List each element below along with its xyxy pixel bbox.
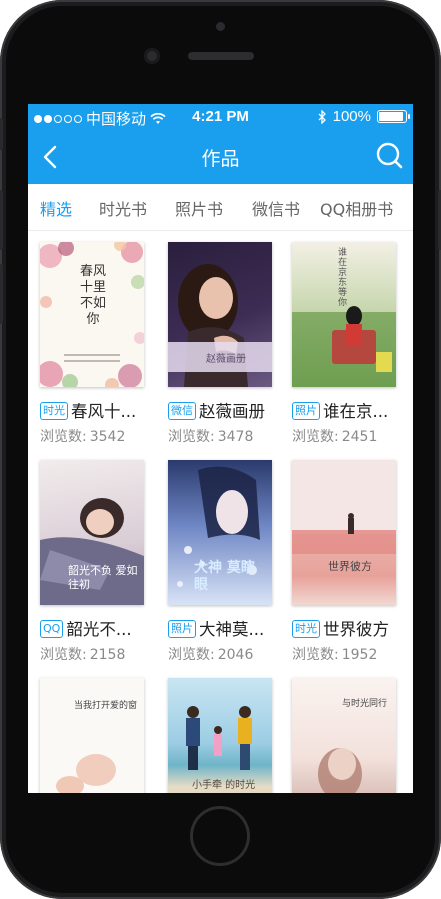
book-info: 微信 赵薇画册 浏览数: 3478: [168, 398, 288, 446]
mute-switch: [0, 118, 3, 150]
tab-time-book[interactable]: 时光书: [99, 196, 147, 220]
book-type-badge: QQ: [40, 620, 64, 638]
baby-hand-photo: [56, 754, 116, 793]
book-info: QQ 韶光不... 浏览数: 2158: [40, 616, 160, 664]
book-cover[interactable]: 小手牵 的时光: [168, 678, 272, 793]
tab-wechat-book[interactable]: 微信书: [252, 196, 300, 220]
book-cover[interactable]: 与时光同行: [292, 678, 396, 793]
cover-text: 韶光不负 爱如往初: [68, 564, 138, 591]
book-type-badge: 微信: [168, 402, 196, 420]
book-info: 照片 谁在京... 浏览数: 2451: [292, 398, 412, 446]
book-type-badge: 时光: [40, 402, 68, 420]
volume-down-button: [0, 264, 3, 324]
book-cover[interactable]: 大神 莫瞎眼: [168, 460, 272, 605]
cover-text: 谁在京东等你: [338, 248, 348, 308]
home-button[interactable]: [190, 806, 250, 866]
view-count-label: 浏览数:: [292, 429, 339, 445]
book-type-badge: 时光: [292, 620, 320, 638]
view-count-label: 浏览数:: [40, 429, 87, 445]
view-count-row: 浏览数: 2046: [168, 644, 288, 664]
category-tabs: 精选 时光书 照片书 微信书 QQ相册书: [28, 184, 413, 231]
book-cover[interactable]: 春风十里不如你: [40, 242, 144, 387]
view-count-row: 浏览数: 2451: [292, 426, 412, 446]
front-camera: [144, 48, 160, 64]
book-title: 春风十...: [71, 402, 137, 421]
tab-featured[interactable]: 精选: [40, 196, 72, 220]
book-info: 时光 世界彼方 浏览数: 1952: [292, 616, 412, 664]
cover-text: 世界彼方: [328, 560, 372, 573]
view-count-value: 3542: [89, 429, 126, 445]
volume-up-button: [0, 190, 3, 250]
view-count-value: 2451: [341, 429, 378, 445]
book-title: 韶光不...: [66, 620, 132, 639]
tab-qq-album-book[interactable]: QQ相册书: [320, 196, 393, 220]
view-count-row: 浏览数: 1952: [292, 644, 412, 664]
status-right: 100%: [318, 108, 410, 125]
scenery-photo: [292, 460, 396, 554]
app-screen: 中国移动 4:21 PM 100% 作品 精选 时光书 照片书 微信书 QQ相册…: [28, 104, 413, 793]
view-count-label: 浏览数:: [292, 647, 339, 663]
book-title: 赵薇画册: [199, 402, 265, 421]
book-title: 谁在京...: [323, 402, 389, 421]
portrait-photo: [318, 748, 362, 793]
view-count-value: 1952: [341, 647, 378, 663]
status-bar: 中国移动 4:21 PM 100%: [28, 104, 413, 130]
cover-text: 春风十里不如你: [79, 264, 106, 327]
book-cover[interactable]: 世界彼方: [292, 460, 396, 605]
cover-text: 小手牵 的时光: [192, 780, 256, 791]
cover-subtext-lines: [64, 354, 120, 356]
battery-fill: [379, 112, 403, 121]
view-count-label: 浏览数:: [40, 647, 87, 663]
book-type-badge: 照片: [292, 402, 320, 420]
bluetooth-icon: [318, 109, 326, 124]
cover-text: 大神 莫瞎眼: [194, 560, 255, 593]
proximity-sensor: [216, 22, 225, 31]
book-cover[interactable]: 当我打开爱的窗: [40, 678, 144, 793]
book-info: 时光 春风十... 浏览数: 3542: [40, 398, 160, 446]
view-count-row: 浏览数: 3478: [168, 426, 288, 446]
view-count-label: 浏览数:: [168, 429, 215, 445]
view-count-value: 2158: [89, 647, 126, 663]
page-title: 作品: [201, 148, 240, 170]
search-icon[interactable]: [373, 140, 405, 172]
view-count-value: 2046: [217, 647, 254, 663]
view-count-row: 浏览数: 2158: [40, 644, 160, 664]
battery-percent: 100%: [332, 108, 371, 125]
earpiece-speaker: [188, 52, 254, 60]
book-cover[interactable]: 韶光不负 爱如往初: [40, 460, 144, 605]
book-cover[interactable]: 谁在京东等你: [292, 242, 396, 387]
navigation-bar: 作品: [28, 130, 413, 184]
book-title: 世界彼方: [323, 620, 389, 639]
book-cover[interactable]: 赵薇画册: [168, 242, 272, 387]
battery-icon: [377, 110, 410, 123]
view-count-row: 浏览数: 3542: [40, 426, 160, 446]
book-info: 照片 大神莫... 浏览数: 2046: [168, 616, 288, 664]
cover-text: 赵薇画册: [206, 354, 246, 365]
view-count-value: 3478: [217, 429, 254, 445]
view-count-label: 浏览数:: [168, 647, 215, 663]
book-title: 大神莫...: [199, 620, 265, 639]
tab-photo-book[interactable]: 照片书: [175, 196, 223, 220]
book-type-badge: 照片: [168, 620, 196, 638]
